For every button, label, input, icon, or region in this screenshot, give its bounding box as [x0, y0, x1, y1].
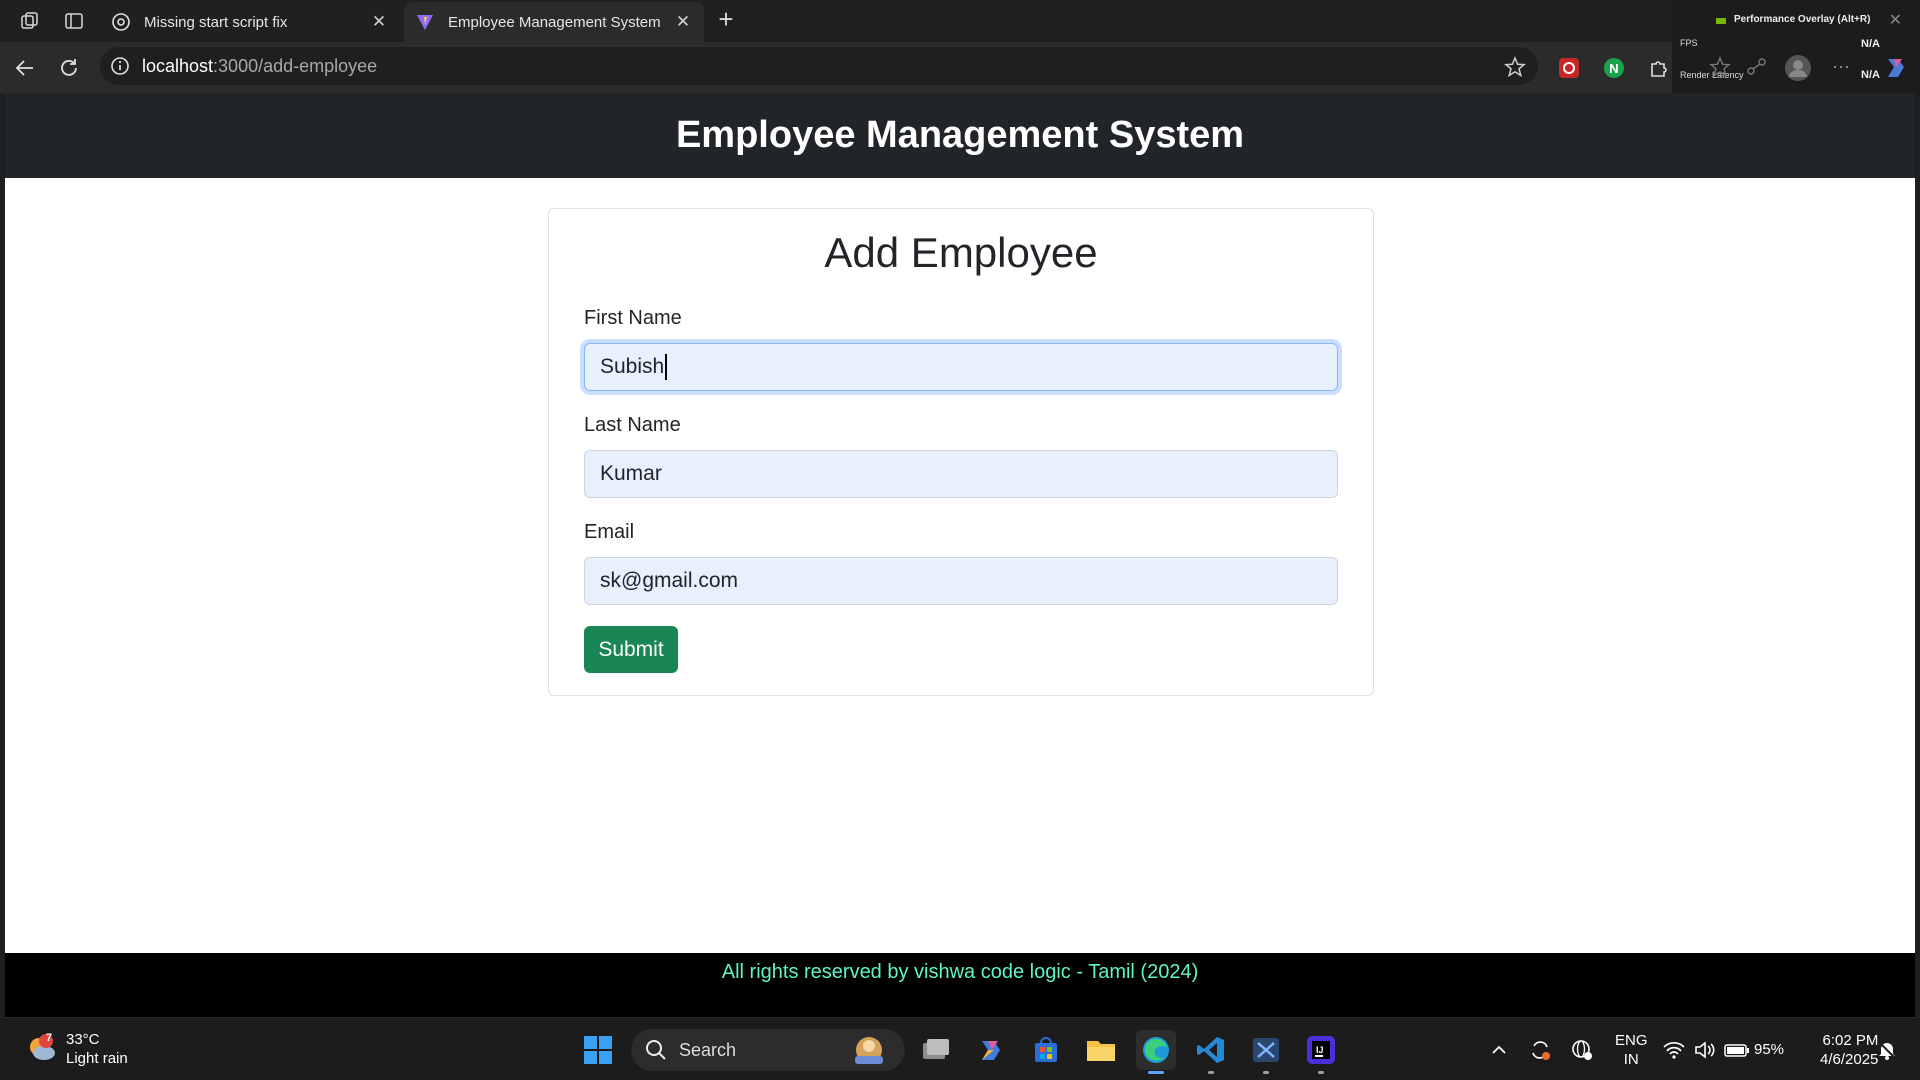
footer-text: All rights reserved by vishwa code logic…: [721, 961, 1199, 983]
performance-overlay: Performance Overlay (Alt+R) ✕ FPS N/A Re…: [1672, 0, 1920, 95]
wifi-icon[interactable]: [1662, 1018, 1686, 1080]
running-indicator: [1318, 1071, 1324, 1074]
tab-close-icon[interactable]: ✕: [674, 12, 692, 31]
extensions-puzzle-icon[interactable]: [1646, 55, 1672, 81]
svg-text:N: N: [1609, 61, 1618, 76]
fps-label: FPS: [1680, 38, 1698, 48]
input-language[interactable]: ENG IN: [1615, 1018, 1648, 1080]
file-explorer-icon[interactable]: [1081, 1030, 1121, 1070]
new-tab-button[interactable]: +: [712, 6, 740, 34]
workspaces-icon[interactable]: [16, 7, 44, 35]
windows-taskbar: 7 33°C Light rain Search IJ ENG IN 95% 6…: [0, 1017, 1920, 1080]
form-title: Add Employee: [824, 229, 1098, 276]
email-label: Email: [584, 521, 635, 543]
clock-time: 6:02 PM: [1822, 1031, 1879, 1049]
lang-line2: IN: [1623, 1050, 1639, 1068]
vite-favicon-icon: [417, 15, 433, 30]
intellij-idea-icon[interactable]: IJ: [1301, 1030, 1341, 1074]
share-icon[interactable]: [1746, 56, 1768, 78]
overlay-title: Performance Overlay (Alt+R): [1734, 14, 1871, 25]
browser-toolbar: localhost:3000/add-employee N: [0, 42, 1920, 93]
site-info-icon[interactable]: [110, 56, 130, 76]
battery-icon[interactable]: 95%: [1724, 1018, 1784, 1080]
lang-line1: ENG: [1615, 1031, 1648, 1049]
url-text: localhost:3000/add-employee: [142, 55, 378, 76]
weather-badge: 7: [45, 1032, 53, 1044]
favorite-star-icon[interactable]: [1504, 56, 1526, 78]
latency-value: N/A: [1861, 69, 1880, 81]
show-hidden-icons[interactable]: [1490, 1018, 1508, 1080]
address-bar[interactable]: localhost:3000/add-employee: [100, 47, 1538, 85]
search-highlight-icon: [855, 1037, 883, 1064]
page-viewport: Employee Management System Add Employee …: [5, 93, 1915, 1017]
battery-percent: 95%: [1754, 1041, 1785, 1058]
favorites-icon[interactable]: [1709, 56, 1731, 78]
tab-title: Missing start script fix: [144, 13, 288, 31]
refresh-button[interactable]: [54, 53, 84, 83]
taskbar-search[interactable]: Search: [631, 1029, 905, 1071]
vpn-globe-icon[interactable]: [1570, 1018, 1594, 1080]
extension-red-icon[interactable]: [1556, 55, 1582, 81]
browser-tab-strip: Missing start script fix ✕ Employee Mana…: [0, 0, 1920, 42]
edge-browser-icon[interactable]: [1136, 1030, 1176, 1074]
tab-employee-management[interactable]: Employee Management System ✕: [404, 2, 704, 42]
tab-close-icon[interactable]: ✕: [370, 12, 388, 31]
vertical-tabs-icon[interactable]: [60, 7, 88, 35]
email-value: sk@gmail.com: [600, 569, 739, 592]
email-input[interactable]: sk@gmail.com: [584, 557, 1338, 605]
running-indicator: [1148, 1071, 1164, 1074]
last-name-value: Kumar: [600, 462, 662, 485]
back-button[interactable]: [10, 53, 40, 83]
tab-missing-start-script[interactable]: Missing start script fix ✕: [100, 2, 400, 42]
sync-status-icon[interactable]: [1528, 1018, 1552, 1080]
search-icon: [646, 1040, 666, 1060]
copilot-app-icon[interactable]: [971, 1030, 1011, 1070]
volume-icon[interactable]: [1694, 1018, 1716, 1080]
overlay-close-icon[interactable]: ✕: [1889, 10, 1902, 30]
search-label: Search: [679, 1039, 737, 1060]
clock[interactable]: 6:02 PM 4/6/2025: [1820, 1018, 1878, 1080]
last-name-input[interactable]: Kumar: [584, 450, 1338, 498]
weather-rain-icon: 7: [26, 1032, 58, 1065]
app-header: Employee Management System: [5, 93, 1915, 178]
weather-widget[interactable]: 7 33°C Light rain: [26, 1030, 128, 1068]
nvidia-logo-icon: [1716, 18, 1726, 24]
chatgpt-favicon-icon: [112, 13, 130, 31]
running-indicator: [1263, 1071, 1269, 1074]
app-footer: All rights reserved by vishwa code logic…: [5, 953, 1915, 1017]
more-menu-icon[interactable]: ···: [1832, 56, 1850, 77]
submit-button[interactable]: Submit: [584, 626, 678, 673]
text-cursor: [665, 354, 668, 380]
last-name-label: Last Name: [584, 414, 681, 436]
snipping-tool-icon[interactable]: [1246, 1030, 1286, 1074]
first-name-input[interactable]: Subish: [584, 343, 1338, 391]
profile-avatar-icon[interactable]: [1784, 54, 1812, 82]
tab-title: Employee Management System: [448, 13, 661, 31]
first-name-value: Subish: [600, 355, 665, 378]
running-indicator: [1208, 1071, 1214, 1074]
first-name-label: First Name: [584, 307, 682, 329]
vscode-icon[interactable]: [1191, 1030, 1231, 1074]
start-button[interactable]: [578, 1030, 618, 1070]
weather-desc: Light rain: [66, 1050, 128, 1067]
copilot-icon[interactable]: [1882, 55, 1908, 81]
extension-n-icon[interactable]: N: [1601, 55, 1627, 81]
app-title: Employee Management System: [675, 114, 1245, 156]
add-employee-card: Add Employee First Name Subish Last Name…: [548, 208, 1374, 696]
weather-temp: 33°C: [66, 1031, 100, 1048]
clock-date: 4/6/2025: [1820, 1050, 1879, 1068]
svg-text:IJ: IJ: [1316, 1045, 1324, 1055]
fps-value: N/A: [1861, 38, 1880, 50]
notifications-icon[interactable]: [1876, 1018, 1898, 1080]
microsoft-store-icon[interactable]: [1026, 1030, 1066, 1070]
task-view-icon[interactable]: [916, 1030, 956, 1070]
